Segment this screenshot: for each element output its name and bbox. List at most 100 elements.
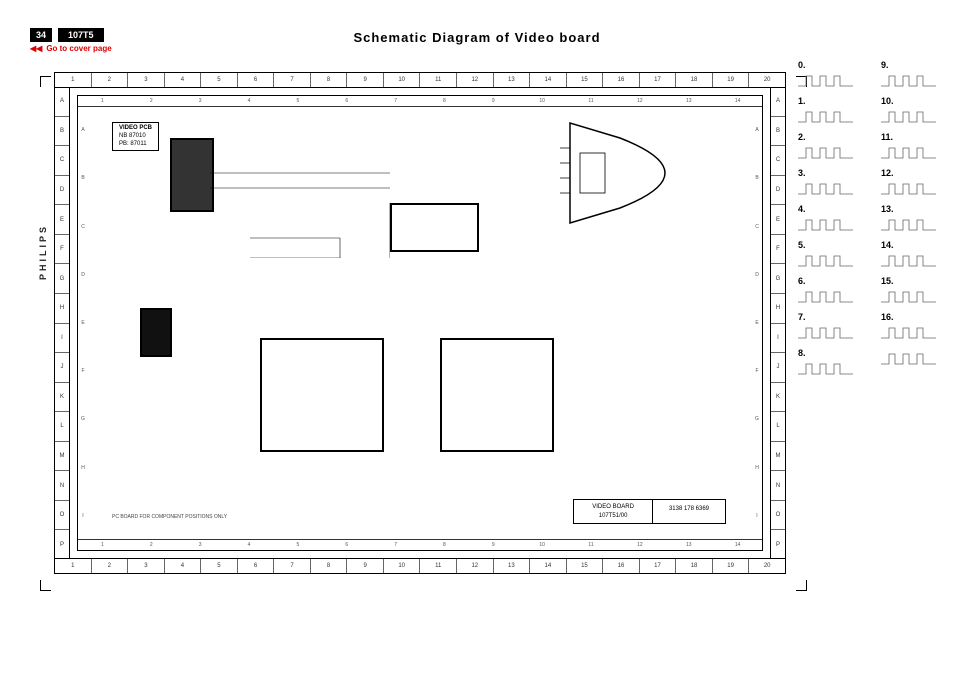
schematic-area: VIDEO PCB NB 87010 PB: 87011 [90,108,750,538]
waveform: 2. [798,132,853,162]
ruler-cell: 1 [78,540,127,550]
waveform-number: 5. [798,240,853,250]
ruler-cell: 9 [469,540,518,550]
title-block-left: VIDEO BOARD 107T51/00 [574,500,653,523]
ruler-cell: E [55,205,69,235]
ruler-cell: 4 [225,96,274,106]
waveform-signal [881,252,936,270]
waveform: 11. [881,132,936,162]
ruler-cell: 3 [176,96,225,106]
ruler-top: 1234567891011121314151617181920 [55,73,785,88]
waveform-number: 2. [798,132,853,142]
ruler-cell: M [55,442,69,472]
ruler-cell: 8 [420,96,469,106]
tb-number: 3138 178 6369 [653,500,725,523]
waveform-number: 4. [798,204,853,214]
ruler-cell: D [771,176,785,206]
ruler-cell: 12 [457,559,494,573]
ruler-cell: 4 [165,73,202,87]
waveform-signal [798,72,853,90]
waveform-signal [798,288,853,306]
ruler-cell: N [55,471,69,501]
crop-mark [40,580,51,591]
ruler-cell: B [78,154,88,202]
ruler-cell: F [78,347,88,395]
ruler-cell: A [771,87,785,117]
ruler-cell: 3 [176,540,225,550]
waveform-signal [798,360,853,378]
ruler-cell: H [55,294,69,324]
ruler-cell: 12 [457,73,494,87]
ruler-cell: 6 [322,96,371,106]
ruler-cell: D [78,251,88,299]
ruler-cell: 1 [78,96,127,106]
ruler-cell: 4 [225,540,274,550]
drawing-frame-inner: 1234567891011121314 1234567891011121314 … [77,95,763,551]
cover-link-text: Go to cover page [46,44,111,53]
ruler-cell: 7 [371,540,420,550]
title-block: VIDEO BOARD 107T51/00 3138 178 6369 [573,499,726,524]
waveform-number: 1. [798,96,853,106]
waveform-signal [881,350,936,368]
waveform-signal [881,324,936,342]
ruler-cell: 16 [603,559,640,573]
ruler-cell: M [771,442,785,472]
ruler-cell: 18 [676,559,713,573]
ruler-cell: C [752,202,762,250]
ruler-cell: P [771,530,785,559]
ruler-cell: I [55,324,69,354]
ic-large-right [440,338,554,452]
ruler-cell: 8 [311,559,348,573]
waveform: 13. [881,204,936,234]
waveform-number: 10. [881,96,936,106]
ruler-cell: 2 [92,559,129,573]
ruler-cell: 2 [127,540,176,550]
ruler-cell: A [55,87,69,117]
ruler-cell: 10 [384,559,421,573]
ruler-cell: G [752,395,762,443]
ruler-cell: 5 [273,540,322,550]
ruler-cell: 4 [165,559,202,573]
ruler-cell: I [771,324,785,354]
ruler-left: ABCDEFGHIJKLMNOP [55,87,70,559]
ruler-cell: 15 [567,73,604,87]
ruler-cell: I [78,492,88,540]
waveform-signal [881,144,936,162]
crop-mark [40,76,51,87]
wiring [90,108,390,258]
crt-symbol [560,113,710,233]
ruler-cell: F [771,235,785,265]
ruler-cell: 13 [494,559,531,573]
page: 34 107T5 ◀◀ Go to cover page Schematic D… [0,0,954,675]
waveform: 6. [798,276,853,306]
waveform-number: 3. [798,168,853,178]
ruler-cell: J [771,353,785,383]
ruler-cell: 17 [640,559,677,573]
ruler-cell: 20 [749,559,785,573]
waveform: 5. [798,240,853,270]
ruler-cell: K [771,383,785,413]
brand-text: PHILIPS [38,224,48,280]
ruler-cell: P [55,530,69,559]
ruler-cell: 1 [55,73,92,87]
ruler-cell: 14 [530,559,567,573]
ruler-cell: 5 [201,559,238,573]
ruler-cell: 14 [713,540,762,550]
ruler-cell: C [55,146,69,176]
waveform-panel: 0.9.1.10.2.11.3.12.4.13.5.14.6.15.7.16.8… [798,60,954,378]
cover-page-link[interactable]: ◀◀ Go to cover page [30,44,112,53]
ruler-cell: G [78,395,88,443]
ruler-cell: 9 [347,73,384,87]
waveform [881,348,936,378]
ruler-cell: D [55,176,69,206]
waveform-signal [798,324,853,342]
waveform-number: 8. [798,348,853,358]
inner-ruler-right: ABCDEFGHI [752,106,762,540]
ruler-cell: 10 [518,540,567,550]
ruler-cell: N [771,471,785,501]
ruler-cell: 10 [384,73,421,87]
ruler-cell: B [55,117,69,147]
ruler-cell: 11 [420,559,457,573]
ruler-cell: 3 [128,559,165,573]
drawing-frame-outer: 1234567891011121314151617181920 12345678… [54,72,786,574]
